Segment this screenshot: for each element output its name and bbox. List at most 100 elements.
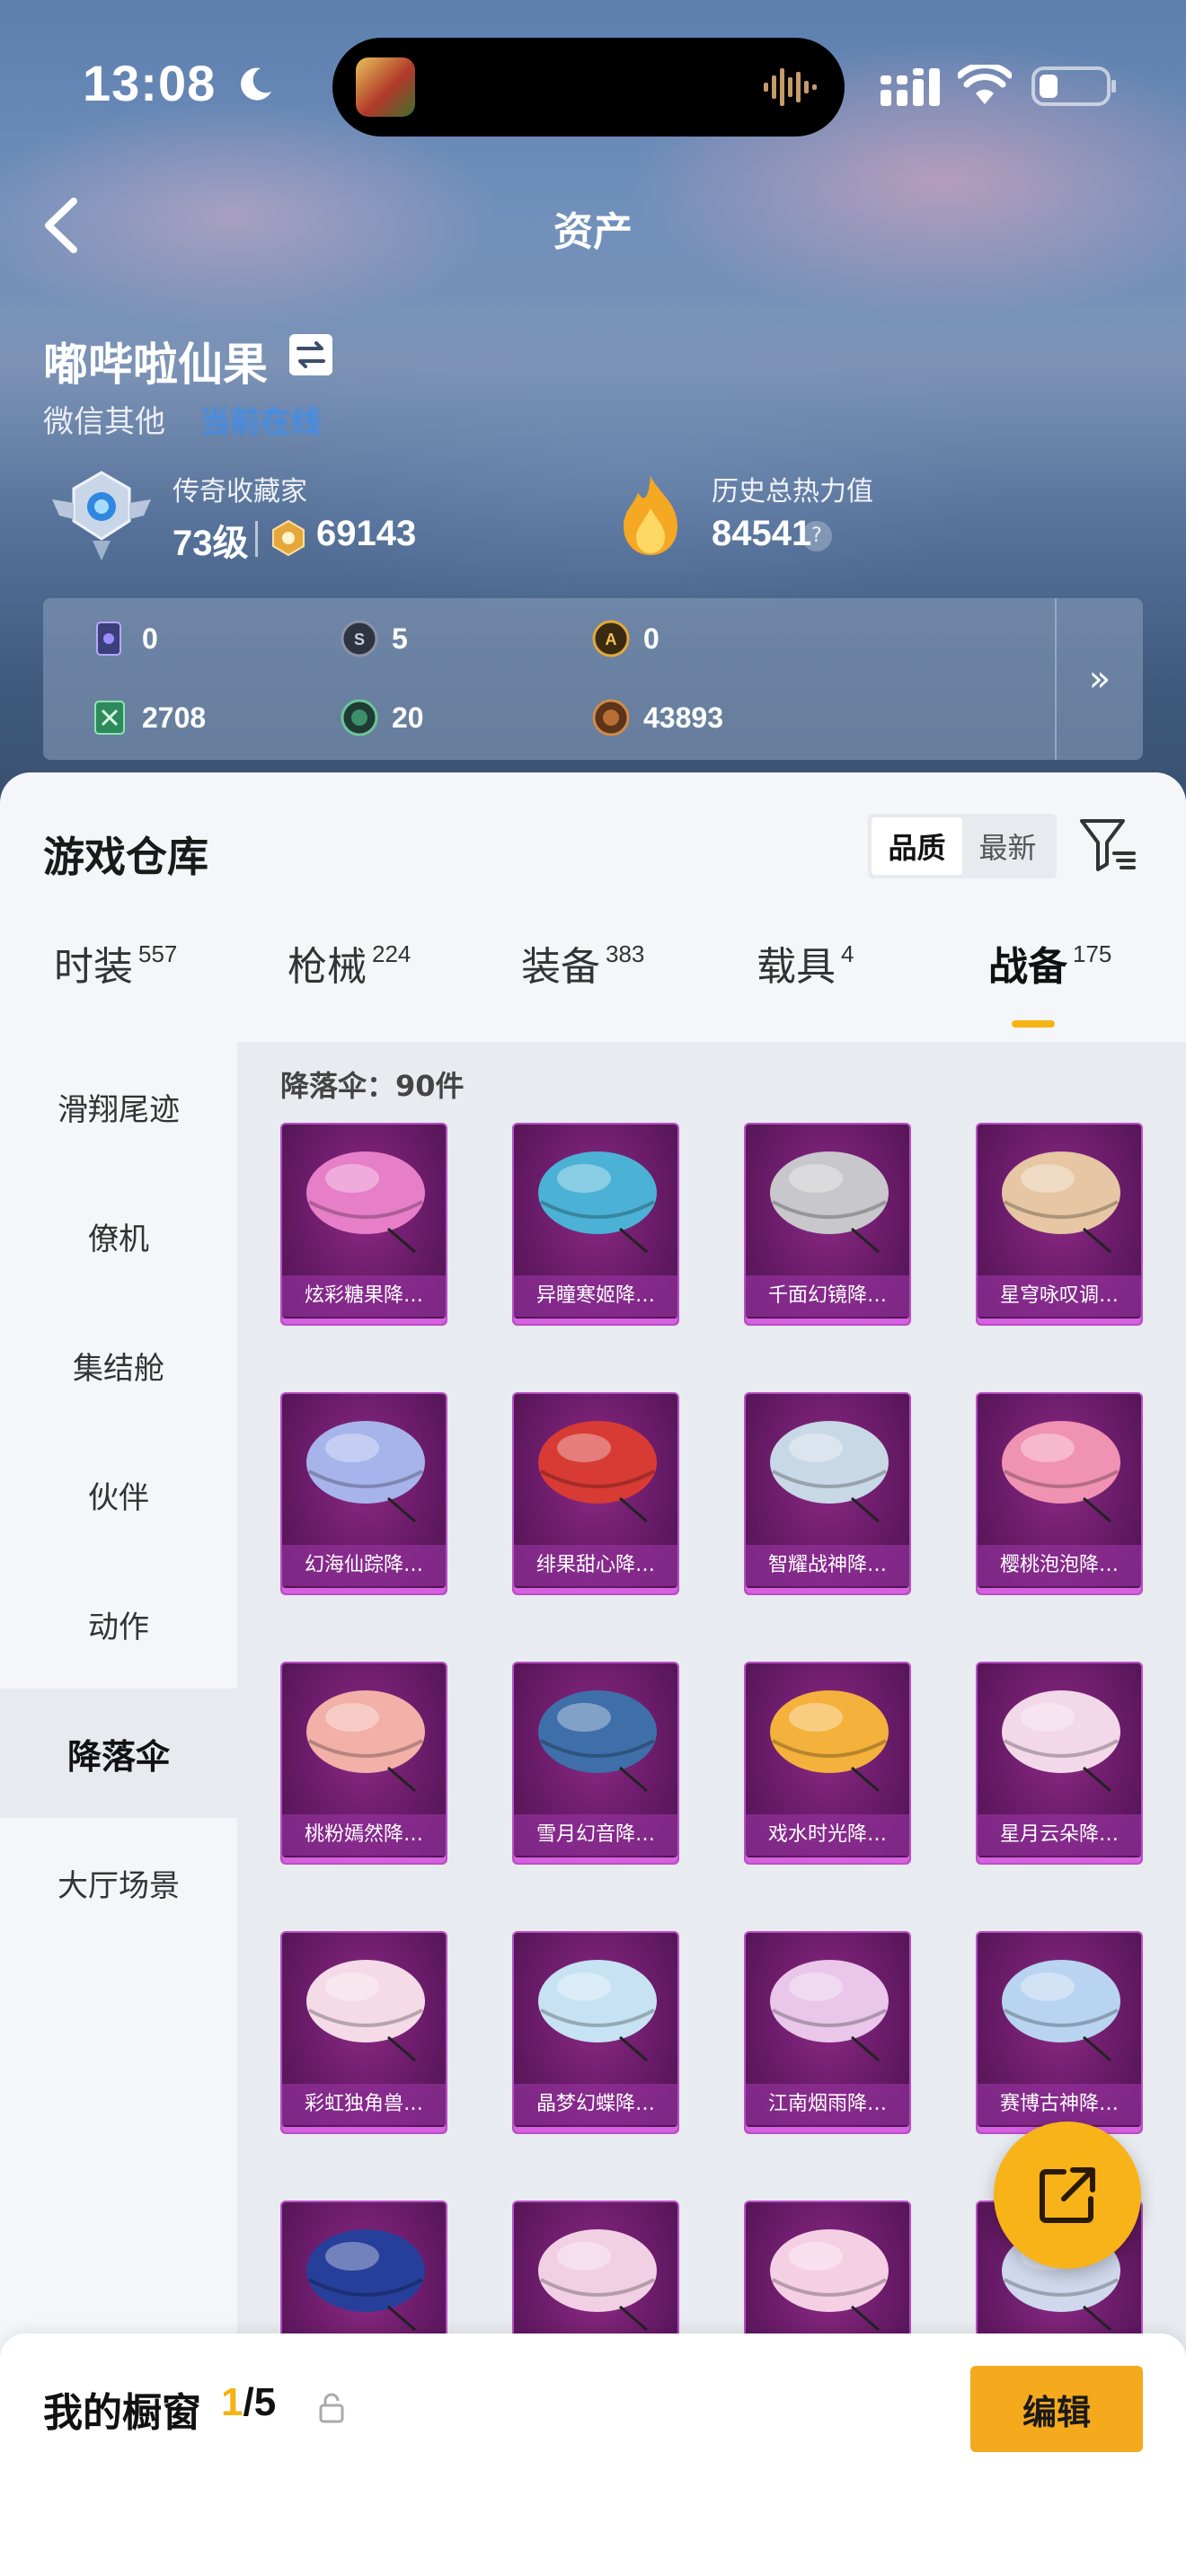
page-title: 资产 [553,209,633,255]
item-name: 幻海仙踪降… [282,1545,446,1586]
filter-icon[interactable] [1078,816,1137,875]
flame-icon [624,476,677,555]
status-bar: 13:08 [0,0,1186,171]
ticket-icon [94,701,125,735]
currency-panel: 0 S 5 A 0 2708 20 43893 » [43,598,1143,760]
parachute-item-card[interactable]: 雪月幻音降… [512,1662,679,1865]
share-export-icon [1040,2167,1095,2223]
divider [255,521,258,557]
parachute-item-card[interactable]: 异瞳寒姬降… [512,1123,679,1326]
collector-badge-icon [52,471,151,560]
collector-level: 73级 [173,524,249,563]
wifi-icon [958,65,1012,104]
active-tab-indicator [1012,1020,1055,1028]
parachute-item-card[interactable]: 彩虹独角兽… [280,1931,447,2134]
parachute-item-card[interactable]: 幻海仙踪降… [280,1392,447,1595]
currency-item: S 5 [340,616,408,661]
sidebar-item-lobby-scene[interactable]: 大厅场景 [0,1818,237,1947]
audio-wave-icon [764,68,817,106]
sidebar-item-glide-trail[interactable]: 滑翔尾迹 [0,1042,237,1171]
sidebar-item-wingman[interactable]: 僚机 [0,1171,237,1301]
edit-button[interactable]: 编辑 [970,2366,1143,2452]
medal-icon [272,519,305,557]
battery-icon [1031,66,1116,106]
parachute-item-card[interactable]: 桃粉嫣然降… [280,1662,447,1865]
tab-equipment[interactable]: 装备 383 [521,934,644,1024]
parachute-icon [538,1151,657,1254]
sidebar-item-parachute[interactable]: 降落伞 [0,1689,237,1818]
parachute-item-card[interactable]: 樱桃泡泡降… [976,1392,1143,1595]
tab-combat-gear[interactable]: 战备 175 [988,934,1111,1024]
parachute-icon [770,1151,889,1254]
item-name: 智耀战神降… [746,1545,909,1586]
status-time: 13:08 [83,55,217,111]
coin-a-icon: A [592,620,630,657]
cellular-signal-icon [881,68,940,106]
parachute-icon [306,1151,425,1254]
warehouse-sheet: 游戏仓库 品质 最新 时装 557 枪械 224 装备 383 载具 4 战备 175 滑… [0,772,1186,2576]
parachute-icon [1002,1690,1120,1793]
parachute-item-card[interactable]: 晶梦幻蝶降… [512,1931,679,2134]
card-icon [96,622,121,656]
parachute-icon [538,1960,657,2062]
header-background: 13:08 资产 嘟哔啦仙果 微信其他 当前在线 传奇收藏家 73级 69143… [0,0,1186,808]
parachute-item-card[interactable]: 智耀战神降… [744,1392,911,1595]
help-icon[interactable]: ? [801,521,832,551]
lock-icon [319,2393,344,2423]
warehouse-title: 游戏仓库 [43,833,208,881]
item-name: 江南烟雨降… [746,2084,909,2125]
parachute-icon [538,1421,657,1523]
showcase-label: 我的橱窗 [43,2390,201,2436]
parachute-item-card[interactable]: 星穹咏叹调… [976,1123,1143,1326]
svg-text:A: A [606,631,617,648]
currency-more-button[interactable]: » [1055,598,1143,760]
sort-quality-button[interactable]: 品质 [872,817,962,875]
parachute-icon [770,1690,889,1793]
sidebar-item-emote[interactable]: 动作 [0,1559,237,1689]
tab-weapons[interactable]: 枪械 224 [288,934,411,1024]
item-name: 彩虹独角兽… [282,2084,446,2125]
currency-item: A 0 [591,616,659,661]
sort-toggle: 品质 最新 [868,814,1057,878]
parachute-item-card[interactable]: 赛博古神降… [976,1931,1143,2134]
parachute-icon [770,1960,889,2062]
parachute-icon [1002,1421,1120,1523]
parachute-icon [1002,1960,1120,2062]
parachute-icon [1002,1151,1120,1254]
sidebar-item-partner[interactable]: 伙伴 [0,1430,237,1559]
item-name: 星月云朵降… [978,1814,1141,1856]
parachute-icon [770,2229,889,2332]
parachute-item-card[interactable]: 炫彩糖果降… [280,1123,447,1326]
item-name: 千面幻镜降… [746,1275,909,1317]
item-name: 星穹咏叹调… [978,1275,1141,1317]
app-thumbnail-icon [356,57,415,117]
sidebar-item-pod[interactable]: 集结舱 [0,1301,237,1430]
tab-fashion[interactable]: 时装 557 [54,934,177,1024]
parachute-item-card[interactable]: 戏水时光降… [744,1662,911,1865]
share-button[interactable] [994,2122,1141,2269]
item-name: 桃粉嫣然降… [282,1814,446,1856]
item-name: 雪月幻音降… [514,1814,677,1856]
profile-name: 嘟哔啦仙果 [43,339,268,391]
dynamic-island[interactable] [332,38,845,137]
sort-latest-button[interactable]: 最新 [962,817,1053,875]
item-name: 晶梦幻蝶降… [514,2084,677,2125]
parachute-item-card[interactable]: 绯果甜心降… [512,1392,679,1595]
item-name: 赛博古神降… [978,2084,1141,2125]
tab-vehicles[interactable]: 载具 4 [757,934,854,1024]
parachute-icon [306,2229,425,2332]
heat-value: 84541 [712,514,812,553]
currency-item: 0 [90,616,158,661]
item-name: 炫彩糖果降… [282,1275,446,1317]
parachute-icon [538,1690,657,1793]
switch-account-icon[interactable] [289,334,332,375]
item-name: 戏水时光降… [746,1814,909,1856]
showcase-count: 1/5 [221,2380,277,2424]
parachute-item-card[interactable]: 千面幻镜降… [744,1123,911,1326]
parachute-icon [306,1960,425,2062]
heat-title: 历史总热力值 [712,476,873,507]
parachute-item-card[interactable]: 星月云朵降… [976,1662,1143,1865]
parachute-item-card[interactable]: 江南烟雨降… [744,1931,911,2134]
coin-s-icon: S [341,620,378,657]
bronze-coin-icon [592,699,630,737]
